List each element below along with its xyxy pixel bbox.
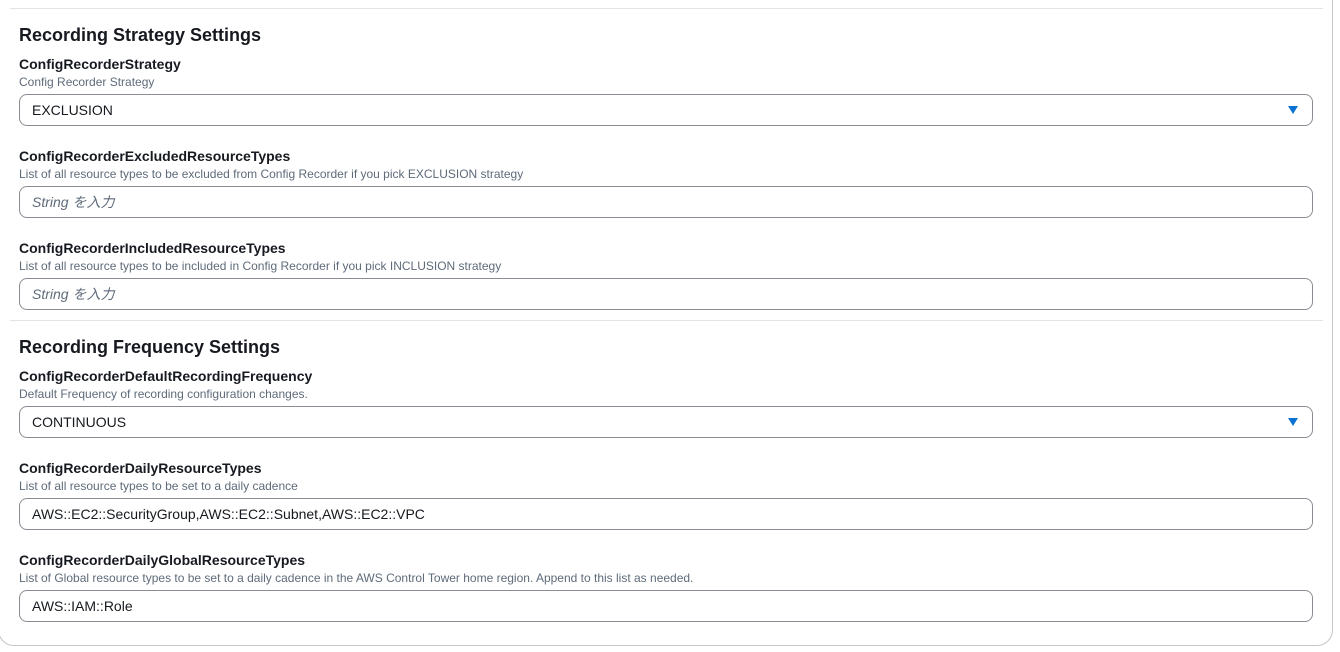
daily-global-resource-types-input[interactable] [20,591,1282,621]
default-recording-frequency-select[interactable]: CONTINUOUS [19,406,1313,438]
field-description-default-recording-frequency: Default Frequency of recording configura… [19,387,308,401]
field-label-daily-resource-types: ConfigRecorderDailyResourceTypes [19,460,262,476]
select-value: EXCLUSION [32,102,113,118]
section-title-recording-strategy: Recording Strategy Settings [19,25,262,45]
field-description-daily-resource-types: List of all resource types to be set to … [19,479,298,493]
field-description-excluded-resource-types: List of all resource types to be exclude… [19,167,524,181]
daily-resource-types-field-wrapper [19,498,1313,530]
field-description-daily-global-resource-types: List of Global resource types to be set … [19,571,694,585]
included-resource-types-field-wrapper [19,278,1313,310]
field-description-included-resource-types: List of all resource types to be include… [19,259,502,273]
field-label-excluded-resource-types: ConfigRecorderExcludedResourceTypes [19,148,291,164]
select-value: CONTINUOUS [32,414,127,430]
caret-down-icon [1288,418,1298,426]
excluded-resource-types-input[interactable] [20,187,1282,217]
section-title-recording-frequency: Recording Frequency Settings [19,337,281,357]
section-divider [10,8,1323,9]
daily-resource-types-input[interactable] [20,499,1282,529]
excluded-resource-types-field-wrapper [19,186,1313,218]
field-label-daily-global-resource-types: ConfigRecorderDailyGlobalResourceTypes [19,552,306,568]
field-description-config-recorder-strategy: Config Recorder Strategy [19,75,155,89]
field-label-default-recording-frequency: ConfigRecorderDefaultRecordingFrequency [19,368,313,384]
caret-down-icon [1288,106,1298,114]
field-label-config-recorder-strategy: ConfigRecorderStrategy [19,56,181,72]
config-recorder-strategy-select[interactable]: EXCLUSION [19,94,1313,126]
included-resource-types-input[interactable] [20,279,1282,309]
daily-global-resource-types-field-wrapper [19,590,1313,622]
field-label-included-resource-types: ConfigRecorderIncludedResourceTypes [19,240,286,256]
section-divider [10,320,1323,321]
